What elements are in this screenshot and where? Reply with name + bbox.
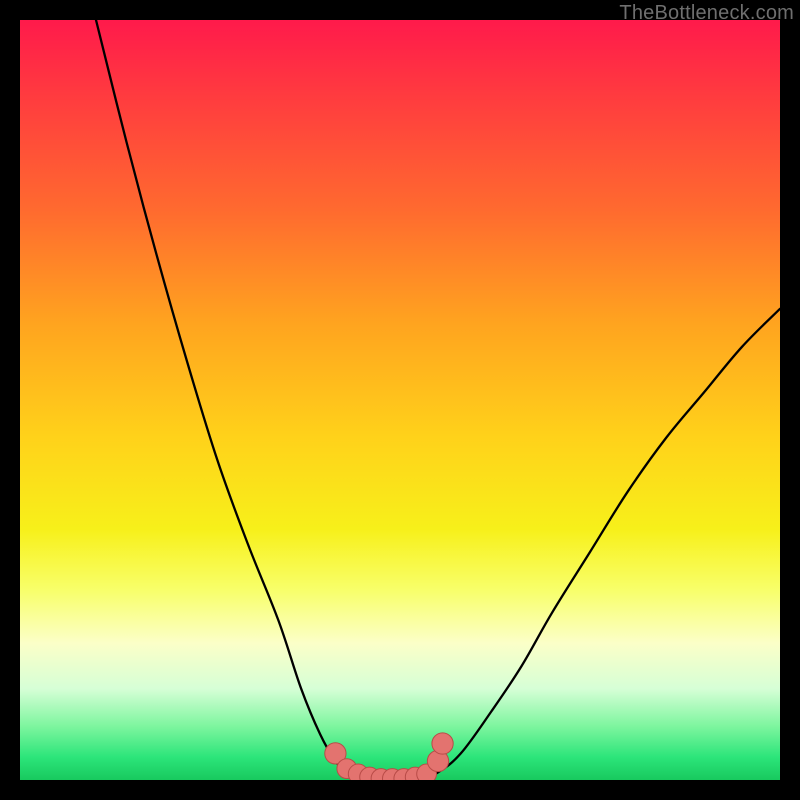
curve-layer: [20, 20, 780, 780]
watermark-text: TheBottleneck.com: [619, 2, 794, 25]
marker-group: [325, 733, 453, 780]
chart-frame: TheBottleneck.com: [0, 0, 800, 800]
marker-right-endpoint-b: [432, 733, 453, 754]
bottleneck-curve: [96, 20, 780, 780]
plot-area: [20, 20, 780, 780]
